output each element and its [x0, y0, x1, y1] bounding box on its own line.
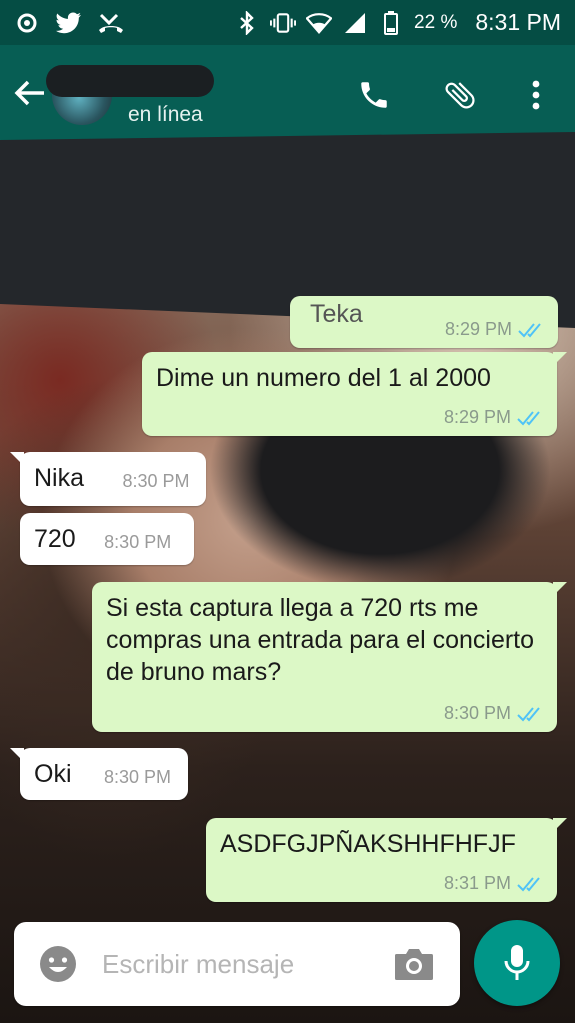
twitter-icon [56, 10, 82, 36]
back-button[interactable] [10, 73, 50, 113]
message-bubble-incoming[interactable]: 720 8:30 PM [20, 513, 194, 565]
message-text: Teka [310, 300, 363, 328]
message-text: ASDFGJPÑAKSHHFHFJF [220, 830, 516, 858]
message-time: 8:30 PM [443, 703, 511, 723]
camera-icon [395, 949, 433, 980]
message-time: 8:29 PM [443, 407, 511, 427]
paperclip-icon [445, 82, 475, 109]
chat-header: en línea [0, 45, 575, 141]
message-time: 8:30 PM [103, 767, 171, 788]
emoji-icon [40, 946, 76, 982]
missed-call-icon [98, 10, 124, 36]
read-receipt-icon [517, 706, 540, 721]
message-bubble-outgoing[interactable]: Si esta captura llega a 720 rts me compr… [92, 582, 567, 732]
message-bubble-outgoing[interactable]: Teka 8:29 PM [290, 296, 558, 348]
voice-call-button[interactable] [354, 75, 394, 115]
message-input[interactable] [102, 940, 382, 988]
back-arrow-icon [14, 80, 44, 106]
message-text: Si esta captura llega a 720 rts me compr… [106, 594, 535, 686]
message-bubble-outgoing[interactable]: ASDFGJPÑAKSHHFHFJF 8:31 PM [206, 818, 567, 902]
message-bubble-incoming[interactable]: Nika 8:30 PM [10, 452, 206, 506]
message-text: Dime un numero del 1 al 2000 [156, 364, 491, 392]
status-bar: 22 % 8:31 PM [0, 0, 575, 45]
microphone-icon [504, 945, 530, 980]
message-text: Nika [34, 464, 85, 492]
message-time: 8:30 PM [122, 471, 190, 492]
message-bubble-incoming[interactable]: Oki 8:30 PM [10, 748, 188, 800]
clock: 8:31 PM [475, 9, 561, 35]
message-time: 8:29 PM [444, 319, 512, 339]
read-receipt-icon [517, 410, 540, 425]
message-time: 8:30 PM [104, 532, 172, 553]
read-receipt-icon [518, 322, 541, 337]
attach-button[interactable] [440, 75, 480, 115]
emoji-button[interactable] [36, 942, 80, 986]
message-text: 720 [34, 525, 76, 553]
more-vert-icon [532, 80, 540, 110]
camera-button[interactable] [392, 942, 436, 986]
read-receipt-icon [517, 876, 540, 891]
contact-online-status: en línea [128, 103, 203, 126]
message-text: Oki [34, 760, 72, 788]
whatsapp-status-icon [14, 10, 40, 36]
phone-icon [361, 82, 387, 108]
vibrate-icon [270, 10, 297, 36]
message-composer [14, 922, 460, 1006]
voice-message-button[interactable] [474, 920, 560, 1006]
message-time: 8:31 PM [443, 873, 511, 893]
name-redaction [46, 65, 214, 97]
message-bubble-outgoing[interactable]: Dime un numero del 1 al 2000 8:29 PM [142, 352, 567, 436]
battery-percentage: 22 % [414, 11, 458, 33]
signal-icon [342, 10, 368, 36]
overflow-menu-button[interactable] [516, 75, 556, 115]
wifi-icon [306, 10, 333, 36]
battery-icon [378, 10, 404, 36]
bluetooth-icon [234, 10, 260, 36]
